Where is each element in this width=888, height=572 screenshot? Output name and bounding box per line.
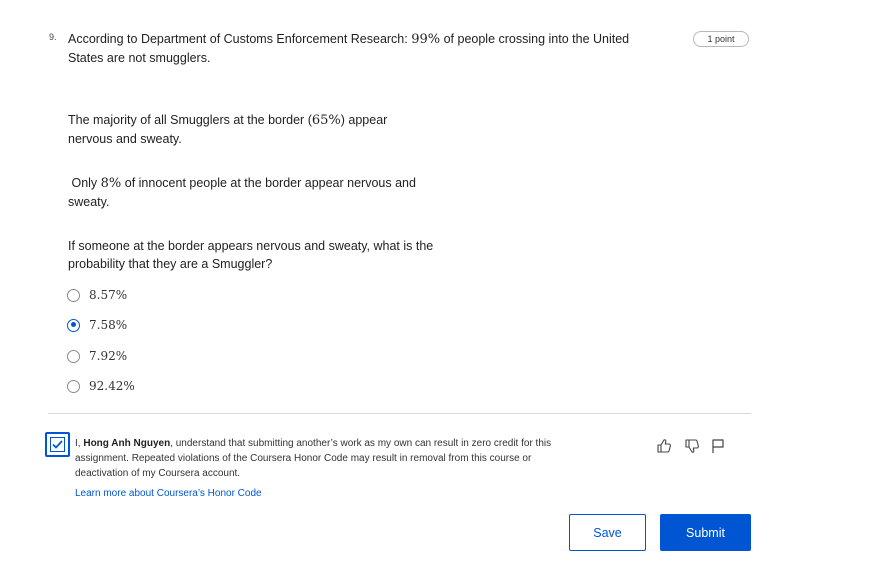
honor-code-checkbox-focus[interactable]: [45, 432, 70, 457]
question-paragraph-smugglers: The majority of all Smugglers at the bor…: [68, 111, 408, 148]
question-prompt: If someone at the border appears nervous…: [68, 239, 434, 271]
p2-pre: The majority of all Smugglers at the bor…: [68, 113, 312, 127]
p3-math: 8%: [100, 176, 122, 191]
radio-button-3[interactable]: [67, 349, 80, 363]
answer-option-1[interactable]: 8.57%: [67, 287, 127, 303]
learner-name: Hong Anh Nguyen: [83, 438, 171, 449]
radio-button-2[interactable]: [67, 318, 80, 332]
points-badge: 1 point: [693, 31, 749, 47]
question-math-99: 99%: [411, 32, 441, 47]
question-number: 9.: [49, 32, 57, 42]
answer-option-4[interactable]: 92.42%: [67, 378, 135, 394]
p2-math: 65%: [311, 113, 341, 128]
honor-code-link[interactable]: Learn more about Coursera’s Honor Code: [75, 488, 262, 499]
checkmark-icon: [52, 440, 63, 449]
answer-option-label-1: 8.57%: [89, 288, 128, 302]
thumbs-down-icon[interactable]: [684, 438, 700, 454]
radio-button-4[interactable]: [67, 379, 80, 393]
section-divider: [48, 413, 751, 414]
answer-option-3[interactable]: 7.92%: [67, 348, 127, 364]
honor-code-statement: I, Hong Anh Nguyen, understand that subm…: [75, 436, 575, 481]
answer-option-label-4: 92.42%: [89, 379, 135, 393]
answer-option-2[interactable]: 7.58%: [67, 317, 127, 333]
answer-option-label-3: 7.92%: [89, 349, 128, 363]
question-text-pre: According to Department of Customs Enfor…: [68, 32, 412, 46]
flag-icon[interactable]: [710, 438, 726, 454]
submit-button[interactable]: Submit: [660, 514, 751, 551]
radio-button-1[interactable]: [67, 288, 80, 302]
question-intro: According to Department of Customs Enfor…: [68, 30, 648, 67]
question-paragraph-innocent: Only 8% of innocent people at the border…: [68, 174, 448, 211]
p3-pre: Only: [68, 176, 101, 190]
p3-post: of innocent people at the border appear …: [68, 176, 416, 209]
thumbs-up-icon[interactable]: [656, 438, 672, 454]
honor-code-checkbox[interactable]: [50, 437, 65, 452]
save-button[interactable]: Save: [569, 514, 646, 551]
answer-option-label-2: 7.58%: [89, 318, 128, 332]
